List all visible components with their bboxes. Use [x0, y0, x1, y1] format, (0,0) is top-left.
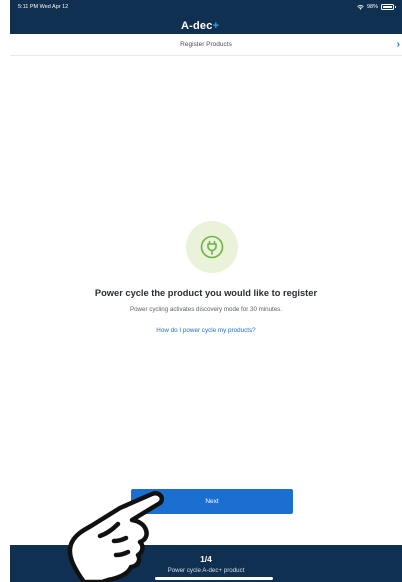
instruction-heading: Power cycle the product you would like t…	[94, 288, 318, 298]
home-indicator	[155, 577, 273, 580]
wifi-icon	[357, 4, 364, 10]
step-counter: 1/4	[200, 554, 212, 564]
page-title: Register Products	[180, 41, 232, 48]
main-content: Power cycle the product you would like t…	[10, 56, 402, 545]
status-indicators: 98%	[357, 4, 396, 10]
battery-icon	[381, 4, 396, 10]
instruction-subtext: Power cycling activates discovery mode f…	[129, 306, 282, 313]
status-time: 5:11 PM Wed Apr 12	[18, 4, 69, 10]
battery-percent: 98%	[366, 4, 378, 10]
status-bar: 5:11 PM Wed Apr 12 98%	[10, 0, 402, 14]
power-plug-icon	[200, 235, 224, 259]
next-button[interactable]: Next	[131, 489, 293, 514]
power-cycle-help-link[interactable]: How do I power cycle my products?	[10, 327, 402, 334]
nav-bar: Register Products ›	[10, 34, 402, 56]
logo-text: A-dec	[181, 20, 213, 32]
step-description: Power cycle A-dec+ product	[167, 567, 245, 574]
logo-plus: +	[212, 20, 220, 32]
adec-logo: A-dec+	[181, 20, 219, 32]
step-footer: 1/4 Power cycle A-dec+ product	[10, 545, 402, 582]
chevron-right-icon[interactable]: ›	[397, 39, 400, 50]
plug-icon-badge	[186, 221, 238, 273]
